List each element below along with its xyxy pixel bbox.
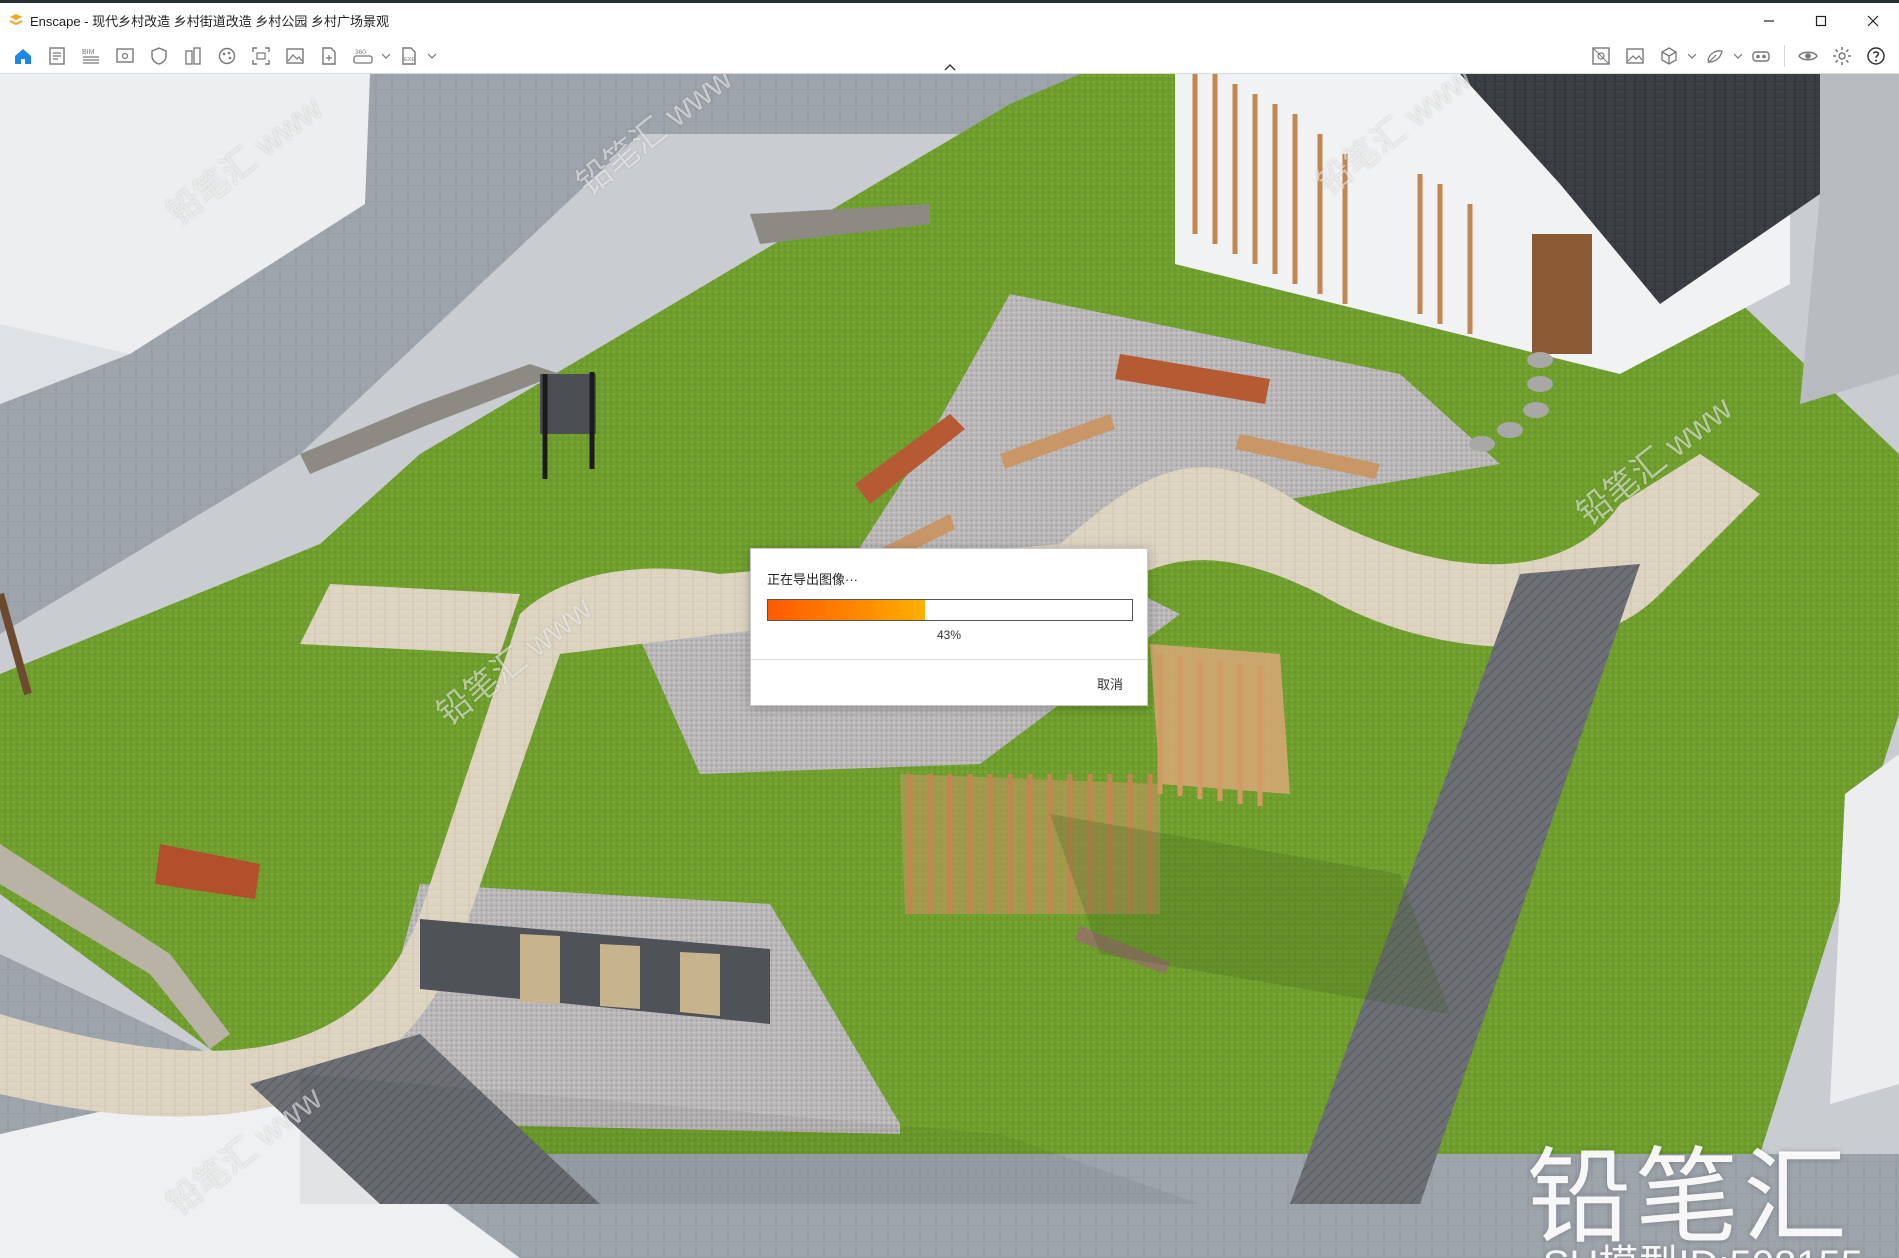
- cube-icon: [1661, 47, 1677, 65]
- asset-library-button[interactable]: [1652, 42, 1686, 70]
- minimize-button[interactable]: [1743, 3, 1795, 38]
- svg-text:360: 360: [355, 49, 366, 56]
- toolbar-collapse-toggle[interactable]: [940, 60, 960, 74]
- image-button[interactable]: [278, 42, 312, 70]
- vr-headset-icon: [1752, 51, 1770, 62]
- shield-icon: [151, 47, 167, 65]
- house-door: [1532, 234, 1592, 354]
- image-icon: [286, 48, 304, 64]
- material-editor-button[interactable]: [1698, 42, 1732, 70]
- panorama-360-icon: 360: [353, 49, 373, 64]
- help-icon: [1867, 47, 1885, 65]
- color-palette-icon: [218, 47, 236, 65]
- panorama-dropdown[interactable]: [380, 42, 392, 70]
- maximize-button[interactable]: [1795, 3, 1847, 38]
- document-icon: [49, 47, 65, 65]
- document-button[interactable]: [40, 42, 74, 70]
- progress-bar-fill: [768, 600, 925, 620]
- home-button[interactable]: [6, 42, 40, 70]
- svg-text:BIM: BIM: [82, 49, 95, 56]
- chevron-down-icon: [1688, 53, 1696, 59]
- dialog-title: 正在导出图像···: [767, 572, 858, 587]
- enscape-logo-icon: [9, 13, 23, 25]
- progress-percent: 43%: [936, 628, 962, 642]
- chevron-down-icon: [1734, 53, 1742, 59]
- visibility-button[interactable]: [1791, 42, 1825, 70]
- material-dropdown[interactable]: [1732, 42, 1744, 70]
- title-bar: Enscape - 现代乡村改造 乡村街道改造 乡村公园 乡村广场景观: [0, 0, 1899, 38]
- toolbar-right-group: [1584, 42, 1893, 70]
- gallery-icon: [1626, 48, 1644, 64]
- maximize-icon: [1815, 15, 1827, 26]
- screenshot-button[interactable]: [244, 42, 278, 70]
- close-icon: [1867, 15, 1879, 26]
- bim-button[interactable]: BIM: [74, 42, 108, 70]
- preview-window-button[interactable]: [108, 42, 142, 70]
- visibility-icon: [1798, 51, 1818, 61]
- window-controls: [1743, 3, 1899, 38]
- standalone-exe-icon: EXE: [402, 47, 416, 65]
- panorama-button[interactable]: 360: [346, 42, 380, 70]
- dialog-divider: [751, 659, 1147, 660]
- minimize-icon: [1764, 19, 1774, 22]
- home-icon: [15, 49, 31, 64]
- export-progress-dialog: 正在导出图像··· 43% 取消: [750, 548, 1148, 706]
- preview-window-icon: [116, 48, 134, 63]
- export-file-button[interactable]: [312, 42, 346, 70]
- chevron-down-icon: [428, 53, 436, 59]
- buildings-button[interactable]: [176, 42, 210, 70]
- progress-bar: [767, 599, 1133, 621]
- export-file-icon: [322, 47, 336, 65]
- view-management-button[interactable]: [1584, 42, 1618, 70]
- material-icon: [1707, 50, 1723, 64]
- help-button[interactable]: [1859, 42, 1893, 70]
- settings-button[interactable]: [1825, 42, 1859, 70]
- screenshot-icon: [252, 47, 270, 65]
- toolbar-separator: [1784, 45, 1785, 67]
- watermark-model-id: SU模型ID:508155: [1543, 1232, 1863, 1258]
- settings-icon: [1833, 47, 1851, 65]
- bim-icon: BIM: [82, 49, 99, 64]
- view-management-icon: [1592, 47, 1610, 65]
- svg-text:EXE: EXE: [404, 57, 415, 63]
- chevron-down-icon: [382, 53, 390, 59]
- gallery-button[interactable]: [1618, 42, 1652, 70]
- exe-dropdown[interactable]: [426, 42, 438, 70]
- standalone-exe-button[interactable]: EXE: [392, 42, 426, 70]
- safe-mode-button[interactable]: [142, 42, 176, 70]
- chevron-up-icon: [944, 64, 956, 71]
- buildings-icon: [185, 47, 201, 65]
- asset-library-dropdown[interactable]: [1686, 42, 1698, 70]
- cancel-button[interactable]: 取消: [1087, 671, 1133, 695]
- close-button[interactable]: [1847, 3, 1899, 38]
- vr-headset-button[interactable]: [1744, 42, 1778, 70]
- color-palette-button[interactable]: [210, 42, 244, 70]
- toolbar-left-group: BIM 360 EXE: [6, 42, 438, 70]
- window-title: Enscape - 现代乡村改造 乡村街道改造 乡村公园 乡村广场景观: [30, 14, 389, 29]
